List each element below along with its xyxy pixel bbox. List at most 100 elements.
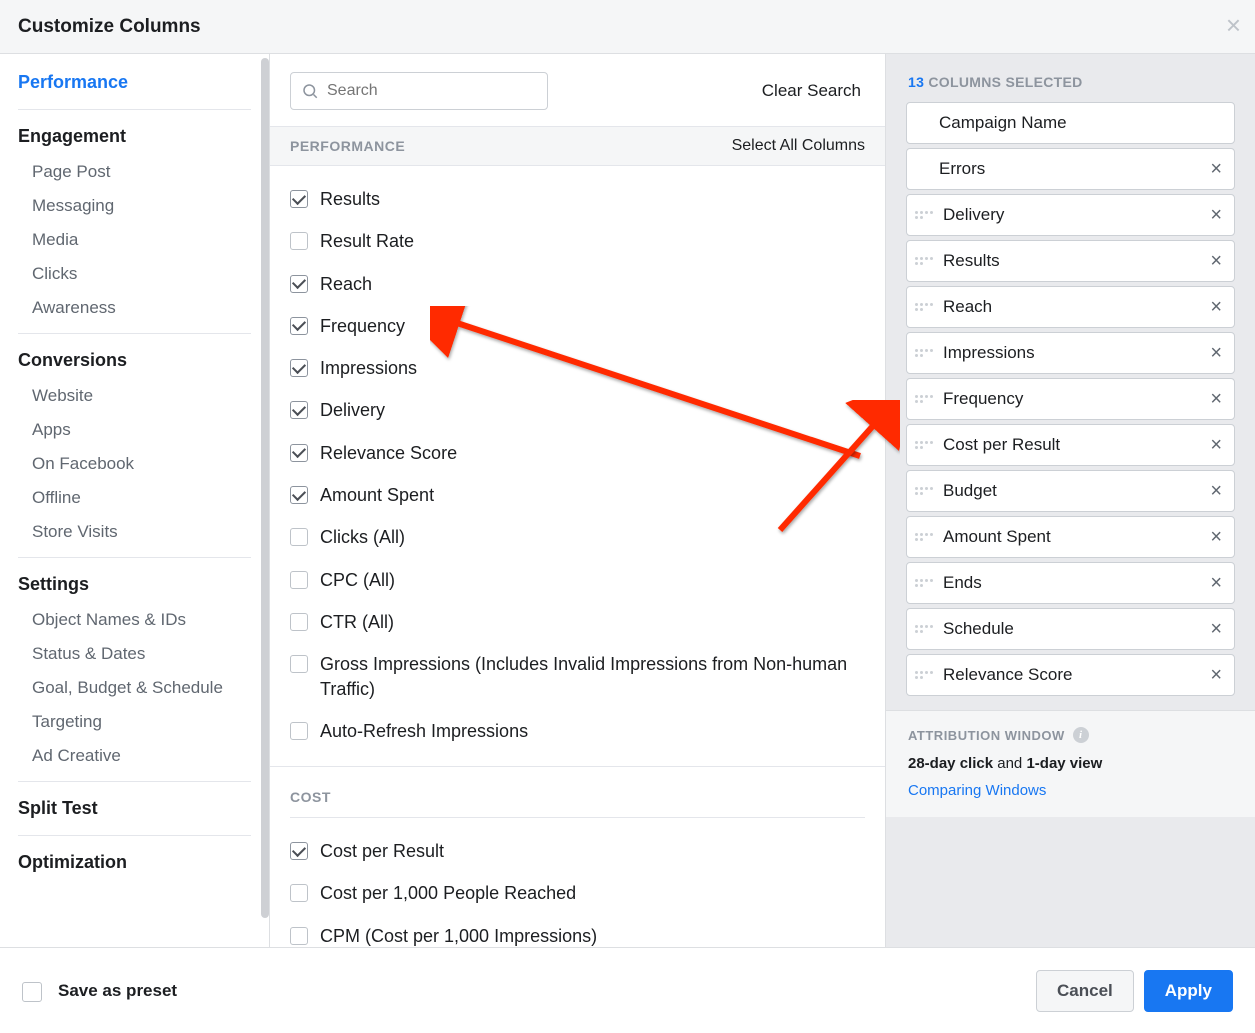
sidebar-subitem-offline[interactable]: Offline (18, 481, 251, 515)
sidebar-scrollbar[interactable] (261, 54, 269, 947)
drag-handle-icon[interactable] (915, 349, 933, 357)
sidebar-subitem-store-visits[interactable]: Store Visits (18, 515, 251, 549)
metric-checkbox[interactable] (290, 359, 308, 377)
remove-chip-icon[interactable]: × (1206, 388, 1226, 411)
sidebar-item-conversions[interactable]: Conversions (18, 342, 251, 379)
metric-checkbox[interactable] (290, 486, 308, 504)
sidebar-subitem-object-names-ids[interactable]: Object Names & IDs (18, 603, 251, 637)
sidebar-subitem-clicks[interactable]: Clicks (18, 257, 251, 291)
metric-item[interactable]: Delivery (290, 389, 865, 431)
drag-handle-icon[interactable] (915, 441, 933, 449)
metric-checkbox[interactable] (290, 444, 308, 462)
selected-chip[interactable]: Cost per Result× (906, 424, 1235, 466)
metric-item[interactable]: Clicks (All) (290, 516, 865, 558)
metric-checkbox[interactable] (290, 842, 308, 860)
selected-chip[interactable]: Schedule× (906, 608, 1235, 650)
remove-chip-icon[interactable]: × (1206, 480, 1226, 503)
selected-chip[interactable]: Impressions× (906, 332, 1235, 374)
drag-handle-icon[interactable] (915, 395, 933, 403)
metrics-scroll[interactable]: PERFORMANCESelect All ColumnsResultsResu… (270, 126, 885, 947)
remove-chip-icon[interactable]: × (1206, 158, 1226, 181)
drag-handle-icon[interactable] (915, 533, 933, 541)
metric-checkbox[interactable] (290, 528, 308, 546)
drag-handle-icon[interactable] (915, 625, 933, 633)
cancel-button[interactable]: Cancel (1036, 970, 1134, 1012)
metric-item[interactable]: Relevance Score (290, 432, 865, 474)
sidebar-subitem-goal-budget-schedule[interactable]: Goal, Budget & Schedule (18, 671, 251, 705)
remove-chip-icon[interactable]: × (1206, 434, 1226, 457)
sidebar-subitem-on-facebook[interactable]: On Facebook (18, 447, 251, 481)
metric-checkbox[interactable] (290, 401, 308, 419)
selected-chip[interactable]: Delivery× (906, 194, 1235, 236)
selected-chip[interactable]: Amount Spent× (906, 516, 1235, 558)
sidebar-subitem-page-post[interactable]: Page Post (18, 155, 251, 189)
info-icon[interactable]: i (1073, 727, 1089, 743)
apply-button[interactable]: Apply (1144, 970, 1233, 1012)
metric-item[interactable]: Reach (290, 263, 865, 305)
metric-checkbox[interactable] (290, 275, 308, 293)
metric-item[interactable]: Frequency (290, 305, 865, 347)
remove-chip-icon[interactable]: × (1206, 250, 1226, 273)
remove-chip-icon[interactable]: × (1206, 618, 1226, 641)
close-icon[interactable]: × (1226, 10, 1241, 41)
sidebar-scrollbar-thumb[interactable] (261, 58, 269, 918)
metric-checkbox[interactable] (290, 571, 308, 589)
sidebar-item-optimization[interactable]: Optimization (18, 844, 251, 881)
drag-handle-icon[interactable] (915, 579, 933, 587)
selected-chip[interactable]: Errors× (906, 148, 1235, 190)
sidebar-subitem-awareness[interactable]: Awareness (18, 291, 251, 325)
sidebar-subitem-media[interactable]: Media (18, 223, 251, 257)
metric-checkbox[interactable] (290, 317, 308, 335)
metric-item[interactable]: Impressions (290, 347, 865, 389)
metric-checkbox[interactable] (290, 655, 308, 673)
selected-chip[interactable]: Results× (906, 240, 1235, 282)
selected-chip[interactable]: Campaign Name (906, 102, 1235, 144)
sidebar-subitem-status-dates[interactable]: Status & Dates (18, 637, 251, 671)
search-input[interactable] (327, 82, 537, 100)
sidebar-subitem-website[interactable]: Website (18, 379, 251, 413)
search-box[interactable] (290, 72, 548, 110)
metric-item[interactable]: CPC (All) (290, 559, 865, 601)
select-all-columns-link[interactable]: Select All Columns (732, 137, 865, 155)
metric-checkbox[interactable] (290, 232, 308, 250)
metric-checkbox[interactable] (290, 927, 308, 945)
sidebar-subitem-targeting[interactable]: Targeting (18, 705, 251, 739)
selected-chip[interactable]: Relevance Score× (906, 654, 1235, 696)
remove-chip-icon[interactable]: × (1206, 296, 1226, 319)
drag-handle-icon[interactable] (915, 671, 933, 679)
sidebar-subitem-ad-creative[interactable]: Ad Creative (18, 739, 251, 773)
selected-chip[interactable]: Reach× (906, 286, 1235, 328)
metric-checkbox[interactable] (290, 190, 308, 208)
drag-handle-icon[interactable] (915, 303, 933, 311)
selected-chip[interactable]: Budget× (906, 470, 1235, 512)
remove-chip-icon[interactable]: × (1206, 664, 1226, 687)
remove-chip-icon[interactable]: × (1206, 342, 1226, 365)
metric-checkbox[interactable] (290, 722, 308, 740)
save-as-preset[interactable]: Save as preset (22, 979, 177, 1002)
metric-item[interactable]: Auto-Refresh Impressions (290, 710, 865, 752)
sidebar-item-engagement[interactable]: Engagement (18, 118, 251, 155)
metric-item[interactable]: Results (290, 178, 865, 220)
drag-handle-icon[interactable] (915, 487, 933, 495)
metric-checkbox[interactable] (290, 884, 308, 902)
metric-item[interactable]: CTR (All) (290, 601, 865, 643)
remove-chip-icon[interactable]: × (1206, 572, 1226, 595)
metric-item[interactable]: Gross Impressions (Includes Invalid Impr… (290, 643, 865, 710)
save-preset-checkbox[interactable] (22, 982, 42, 1002)
clear-search-link[interactable]: Clear Search (762, 81, 865, 101)
metric-item[interactable]: Cost per 1,000 People Reached (290, 872, 865, 914)
sidebar-item-split-test[interactable]: Split Test (18, 790, 251, 827)
remove-chip-icon[interactable]: × (1206, 204, 1226, 227)
drag-handle-icon[interactable] (915, 211, 933, 219)
sidebar-item-performance[interactable]: Performance (18, 64, 251, 101)
sidebar-item-settings[interactable]: Settings (18, 566, 251, 603)
sidebar-subitem-apps[interactable]: Apps (18, 413, 251, 447)
drag-handle-icon[interactable] (915, 257, 933, 265)
comparing-windows-link[interactable]: Comparing Windows (908, 782, 1046, 799)
metric-checkbox[interactable] (290, 613, 308, 631)
selected-chip[interactable]: Frequency× (906, 378, 1235, 420)
metric-item[interactable]: Amount Spent (290, 474, 865, 516)
remove-chip-icon[interactable]: × (1206, 526, 1226, 549)
sidebar-subitem-messaging[interactable]: Messaging (18, 189, 251, 223)
selected-chip[interactable]: Ends× (906, 562, 1235, 604)
